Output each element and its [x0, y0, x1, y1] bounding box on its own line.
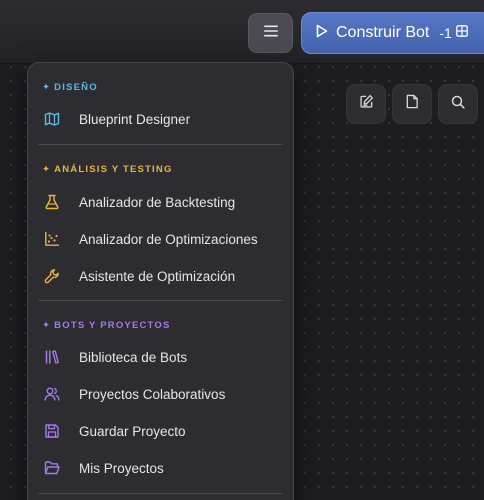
build-bot-button[interactable]: Construir Bot -1 — [301, 12, 484, 54]
menu-item-label: Biblioteca de Bots — [79, 349, 188, 365]
menu-item-collaborative-projects[interactable]: Proyectos Colaborativos — [34, 377, 287, 411]
section-star-icon: ✦ — [42, 82, 52, 93]
menu-item-label: Analizador de Optimizaciones — [79, 231, 258, 247]
map-icon — [44, 111, 60, 127]
menu-item-blueprint-designer[interactable]: Blueprint Designer — [34, 102, 287, 136]
build-bot-label: Construir Bot — [336, 24, 430, 41]
menu-item-label: Asistente de Optimización — [79, 268, 236, 284]
edit-note-icon — [359, 94, 374, 114]
menu-item-label: Proyectos Colaborativos — [79, 386, 226, 402]
menu-item-my-projects[interactable]: Mis Proyectos — [34, 451, 287, 485]
play-icon — [316, 24, 328, 43]
search-button[interactable] — [438, 84, 478, 124]
document-icon — [405, 94, 419, 114]
section-title-bots: ✦ BOTS Y PROYECTOS — [42, 320, 171, 331]
menu-item-bot-library[interactable]: Biblioteca de Bots — [34, 340, 287, 374]
section-title-diseno: ✦ DISEÑO — [42, 82, 98, 93]
build-bot-shortcut: -1 — [439, 25, 452, 41]
library-icon — [44, 349, 60, 365]
menu-item-label: Blueprint Designer — [79, 111, 191, 127]
hamburger-icon — [263, 24, 278, 42]
grid-icon — [455, 24, 468, 42]
menu-toggle-button[interactable] — [248, 13, 293, 53]
section-divider — [38, 493, 283, 494]
section-star-icon: ✦ — [42, 320, 52, 331]
menu-item-optimization-assistant[interactable]: Asistente de Optimización — [34, 259, 287, 293]
edit-note-button[interactable] — [346, 84, 386, 124]
save-icon — [44, 423, 60, 439]
section-title-analisis: ✦ ANÁLISIS Y TESTING — [42, 164, 173, 175]
users-icon — [44, 386, 60, 402]
flask-icon — [44, 194, 60, 210]
section-divider — [38, 144, 283, 145]
menu-item-backtesting[interactable]: Analizador de Backtesting — [34, 185, 287, 219]
section-divider — [38, 300, 283, 301]
menu-item-save-project[interactable]: Guardar Proyecto — [34, 414, 287, 448]
menu-item-label: Guardar Proyecto — [79, 423, 186, 439]
folder-open-icon — [44, 460, 60, 476]
document-button[interactable] — [392, 84, 432, 124]
main-menu-dropdown: ✦ DISEÑO Blueprint Designer ✦ ANÁLISIS Y T… — [27, 62, 294, 500]
scatter-chart-icon — [44, 231, 60, 247]
section-star-icon: ✦ — [42, 164, 52, 175]
search-icon — [451, 95, 465, 114]
menu-item-optimizations[interactable]: Analizador de Optimizaciones — [34, 222, 287, 256]
menu-item-label: Analizador de Backtesting — [79, 194, 236, 210]
menu-item-label: Mis Proyectos — [79, 460, 164, 476]
wrench-icon — [44, 268, 60, 284]
